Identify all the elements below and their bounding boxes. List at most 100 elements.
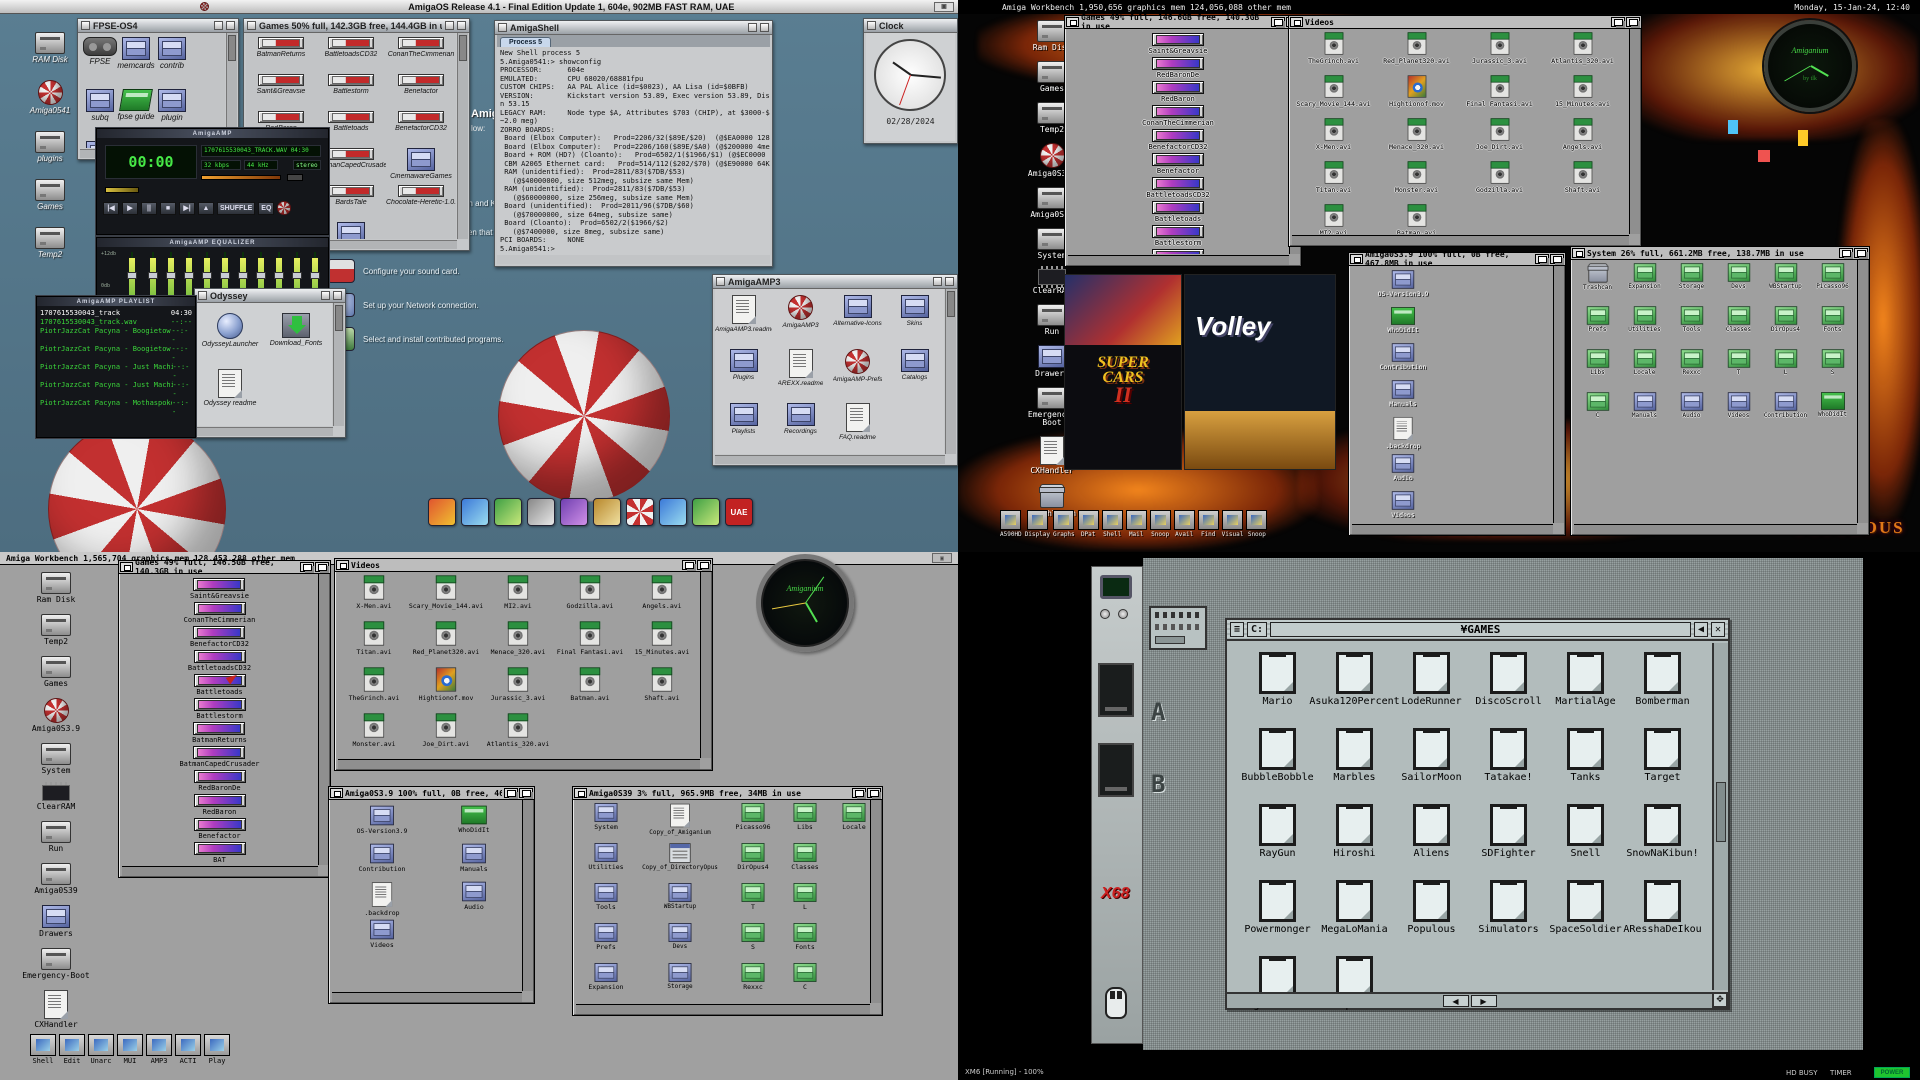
playlist-entry[interactable]: 1707615530043_track.wav --:-- (37, 318, 195, 327)
scroll-right-button[interactable]: ▶ (1471, 995, 1497, 1007)
desktop-icon[interactable]: Amiga0541 (14, 80, 86, 115)
amp3-icon[interactable]: FAQ.readme (829, 403, 886, 454)
game-item[interactable]: Battletoads (194, 674, 246, 696)
desktop-icon[interactable]: Amiga0S39 (18, 863, 94, 895)
game-item[interactable]: BenefactorCD32 (386, 111, 456, 148)
shell-console[interactable]: New Shell process 5 5.Amiga0541:> showco… (497, 47, 770, 255)
video-file[interactable]: Scary_Movie_144.avi (410, 575, 482, 621)
drawer-item[interactable]: DirOpus4 (1762, 307, 1809, 350)
x68-file-item[interactable]: Marbles (1316, 726, 1393, 802)
window-os39b[interactable]: Amiga0S39 3% full, 965.9MB free, 34MB in… (572, 786, 883, 1016)
vertical-scrollbar[interactable] (1553, 266, 1564, 523)
desktop-icon[interactable]: Temp2 (14, 227, 86, 259)
dock-item[interactable]: AMP3 (146, 1034, 172, 1065)
drawer-item[interactable]: WBStartup (1762, 264, 1809, 307)
drawer-item[interactable]: T (1715, 350, 1762, 393)
drawer-item[interactable]: WhoDidIt (428, 806, 520, 844)
game-item[interactable]: Saint&Greavsie (190, 578, 249, 600)
game-item[interactable]: Saint&Greavsie (246, 74, 316, 111)
close-gadget[interactable] (1066, 17, 1079, 27)
depth-gadget[interactable] (1550, 254, 1564, 264)
video-file[interactable]: Red_Planet320.avi (410, 621, 482, 667)
x68-file-item[interactable]: SDFighter (1470, 802, 1547, 878)
close-gadget[interactable] (1572, 248, 1585, 258)
video-file[interactable]: TheGrinch.avi (338, 667, 410, 713)
dock-icon[interactable] (692, 498, 720, 526)
drawer-item[interactable]: Copy_of_Amiganium (634, 804, 726, 841)
video-file[interactable]: X-Men.avi (1292, 118, 1375, 161)
window-games-wb3[interactable]: Games 49% full, 146.5GB free, 140.3GB in… (118, 560, 331, 878)
drawer-item[interactable]: S (728, 924, 778, 961)
dock-icon[interactable] (626, 498, 654, 526)
dock-item[interactable]: Display (1025, 510, 1050, 538)
close-gadget[interactable] (247, 21, 256, 30)
window-os39-wb2[interactable]: Amiga0S3.9 100% full, 0B free, 467.8MB i… (1348, 252, 1566, 536)
window-os39a[interactable]: Amiga0S3.9 100% full, 0B free, 467.8MB i… (328, 786, 535, 1004)
drawer-item[interactable]: Trashcan (1574, 264, 1621, 307)
game-item[interactable]: RedBaronDe (1152, 57, 1204, 79)
playlist-titlebar[interactable]: AmigaAMP PLAYLIST (37, 297, 195, 306)
x68-file-item[interactable]: LodeRunner (1393, 650, 1470, 726)
video-file[interactable]: Menace_320.avi (482, 621, 554, 667)
desktop-icon[interactable]: RAM Disk (14, 32, 86, 64)
close-gadget[interactable] (120, 562, 133, 572)
vertical-scrollbar[interactable] (870, 800, 881, 1003)
desktop-icon[interactable]: Amiga0S3.9 (18, 698, 94, 733)
os39-titlebar[interactable]: Amiga0S3.9 100% full, 0B free, 467.8MB i… (1349, 253, 1565, 266)
drawer-item[interactable]: Libs (780, 804, 830, 841)
window-amigaamp[interactable]: AmigaAMP 00:00 1707615530043_TRACK.WAV 0… (96, 128, 329, 235)
x68-file-item[interactable]: Simulators (1470, 878, 1547, 954)
x68-file-item[interactable]: RayGun (1239, 802, 1316, 878)
dock-icon[interactable] (428, 498, 456, 526)
amp3-titlebar[interactable]: AmigaAMP3 (713, 275, 957, 289)
menu-button[interactable]: ≡ (1230, 622, 1244, 637)
video-file[interactable]: TheGrinch.avi (1292, 32, 1375, 75)
fpse-titlebar[interactable]: FPSE-OS4 (78, 19, 238, 33)
game-item[interactable]: Benefactor (1152, 153, 1204, 175)
x68-file-item[interactable]: Aliens (1393, 802, 1470, 878)
video-file[interactable]: 15_Minutes.avi (626, 621, 698, 667)
videos-titlebar[interactable]: Videos (1289, 16, 1641, 29)
x68-file-item[interactable]: Bomberman (1624, 650, 1701, 726)
drawer-item[interactable]: Expansion (1621, 264, 1668, 307)
drawer-item[interactable]: Contribution (1358, 344, 1448, 376)
video-file[interactable]: Angels.avi (1541, 118, 1624, 161)
dock-item[interactable]: DPat (1078, 510, 1099, 538)
game-item[interactable]: Battletoads (1152, 201, 1204, 223)
drawer-item[interactable]: Manuals (1621, 393, 1668, 436)
dock-item[interactable]: Unarc (88, 1034, 114, 1065)
window-videos-wb3[interactable]: Videos X-Men.avi Scary_Movie_144.avi (334, 558, 713, 771)
x68-file-item[interactable]: MartialAge (1547, 650, 1624, 726)
drawer-item[interactable]: WBStartup (634, 884, 726, 921)
horizontal-scrollbar[interactable] (122, 866, 318, 876)
game-item[interactable]: Saint&Greavsie (1148, 33, 1207, 55)
drawer-item[interactable]: Rexxc (728, 964, 778, 1001)
dock-item[interactable]: Edit (59, 1034, 85, 1065)
game-item[interactable]: BatmanReturns (1151, 249, 1206, 254)
panel-button[interactable] (1118, 609, 1128, 619)
videos-titlebar[interactable]: Videos (335, 559, 712, 572)
game-item[interactable]: Battlestorm (1152, 225, 1204, 247)
odyssey-titlebar[interactable]: Odyssey (195, 289, 345, 303)
horizontal-scrollbar[interactable] (1574, 524, 1857, 534)
odyssey-icon[interactable]: OdysseyLauncher (197, 313, 263, 369)
depth-gadget[interactable] (1854, 248, 1868, 258)
horizontal-scrollbar[interactable] (576, 1004, 870, 1014)
amp-transport-button[interactable]: ▶| (179, 202, 195, 215)
horizontal-scrollbar[interactable] (338, 759, 700, 769)
screen-depth-gadget[interactable]: ▣ (932, 553, 952, 563)
x68-file-item[interactable]: Target (1624, 726, 1701, 802)
dock-icon[interactable] (461, 498, 489, 526)
depth-gadget[interactable] (457, 21, 466, 30)
x68-games-window[interactable]: ≡ C: ¥GAMES ◀ ✕ Mario A (1225, 618, 1730, 1010)
amp3-icon[interactable]: AmigaAMP-Prefs (829, 349, 886, 403)
drawer-item[interactable]: Utilities (1621, 307, 1668, 350)
dock-item[interactable]: Visual (1222, 510, 1244, 538)
game-item[interactable]: Benefactor (386, 74, 456, 111)
horizontal-scrollbar[interactable] (1068, 255, 1289, 265)
drawer-item[interactable]: C (780, 964, 830, 1001)
drive-a-icon[interactable]: A (1151, 698, 1165, 726)
close-gadget[interactable] (336, 560, 349, 570)
os39a-titlebar[interactable]: Amiga0S3.9 100% full, 0B free, 467.8MB i… (329, 787, 534, 800)
dock-icon[interactable] (560, 498, 588, 526)
